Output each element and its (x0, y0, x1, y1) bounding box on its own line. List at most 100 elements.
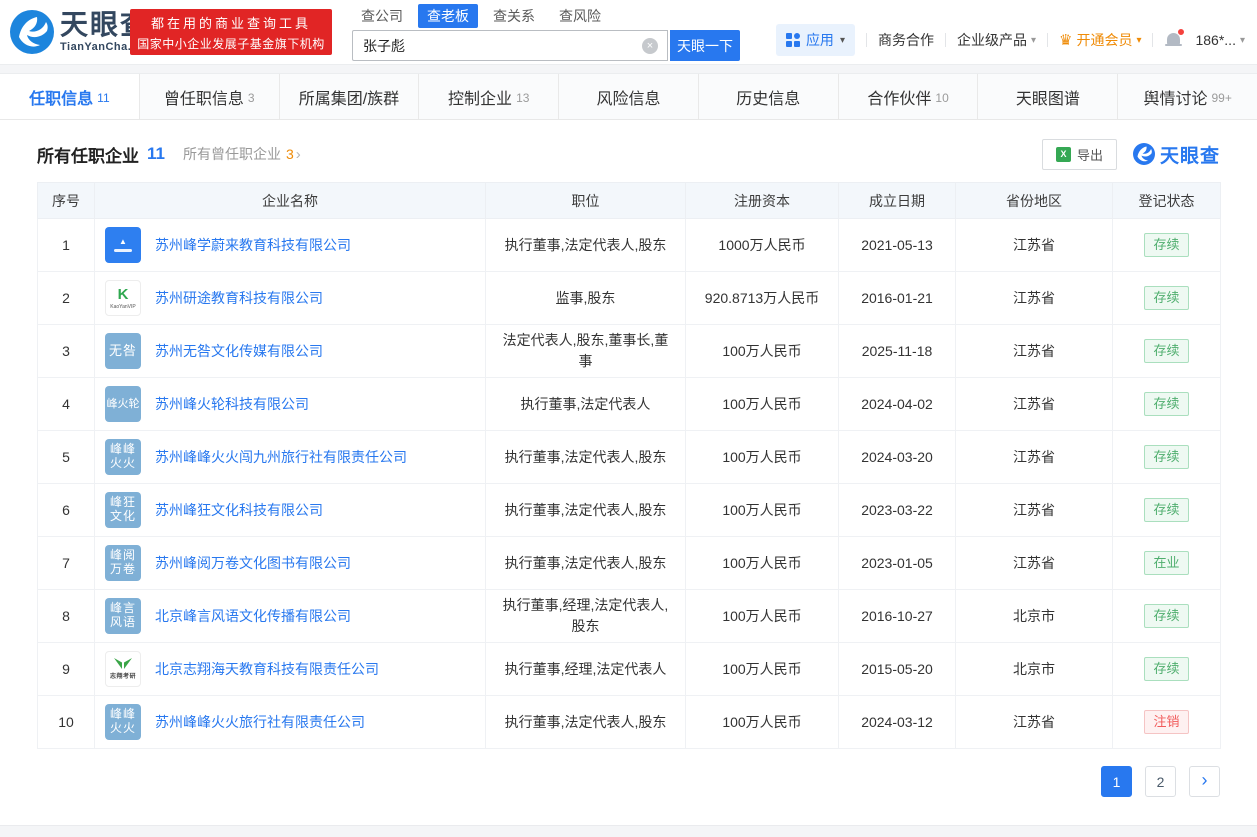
search-input[interactable] (352, 30, 668, 61)
cell-status: 存续 (1113, 643, 1221, 696)
cell-position: 法定代表人,股东,董事长,董事 (486, 325, 686, 378)
company-table: 序号企业名称职位注册资本成立日期省份地区登记状态 1▲苏州峰学蔚来教育科技有限公… (37, 182, 1221, 749)
cell-company: 无咎苏州无咎文化传媒有限公司 (95, 325, 486, 378)
nav-item-enterprise-products[interactable]: 企业级产品 ▾ (957, 30, 1036, 50)
top-header: 天眼查 TianYanCha.com 都在用的商业查询工具 国家中小企业发展子基… (0, 0, 1257, 64)
company-link[interactable]: 苏州峰阅万卷文化图书有限公司 (155, 553, 351, 573)
cell-position: 执行董事,法定代表人,股东 (486, 219, 686, 272)
export-label: 导出 (1077, 145, 1103, 164)
export-button[interactable]: X 导出 (1042, 139, 1117, 170)
tab[interactable]: 控制企业13 (419, 74, 559, 119)
company-logo: 峰峰火火 (105, 704, 141, 740)
promo-line2: 国家中小企业发展子基金旗下机构 (137, 35, 325, 52)
clear-input-icon[interactable]: × (642, 38, 658, 54)
table-row: 1▲苏州峰学蔚来教育科技有限公司执行董事,法定代表人,股东1000万人民币202… (38, 219, 1221, 272)
search-button[interactable]: 天眼一下 (670, 30, 740, 61)
position-text: 执行董事,法定代表人,股东 (486, 500, 685, 521)
page-button[interactable]: 1 (1101, 766, 1132, 797)
apps-menu-button[interactable]: 应用 ▾ (776, 24, 855, 56)
status-badge: 存续 (1144, 233, 1188, 257)
search-tab-row: 查公司查老板查关系查风险 (352, 4, 740, 28)
tab-label: 风险信息 (597, 85, 661, 109)
promo-line1: 都在用的商业查询工具 (151, 13, 311, 32)
table-row: 10峰峰火火苏州峰峰火火旅行社有限责任公司执行董事,法定代表人,股东100万人民… (38, 696, 1221, 749)
company-link[interactable]: 北京峰言风语文化传播有限公司 (155, 606, 351, 626)
chevron-down-icon: ▾ (1240, 35, 1245, 46)
next-page-button[interactable]: › (1189, 766, 1220, 797)
tab[interactable]: 风险信息 (559, 74, 699, 119)
company-link[interactable]: 苏州峰狂文化科技有限公司 (155, 500, 323, 520)
company-link[interactable]: 苏州研途教育科技有限公司 (155, 288, 323, 308)
cell-position: 执行董事,经理,法定代表人 (486, 643, 686, 696)
cell-capital: 100万人民币 (686, 643, 839, 696)
crown-icon: ♛ (1059, 31, 1072, 49)
page-button[interactable]: 2 (1145, 766, 1176, 797)
cell-region: 江苏省 (956, 484, 1113, 537)
chevron-down-icon: ▾ (1031, 35, 1036, 46)
account-phone: 186*... (1195, 32, 1235, 48)
search-area: 查公司查老板查关系查风险 × 天眼一下 (352, 4, 740, 61)
search-tab[interactable]: 查风险 (550, 4, 610, 28)
account-phone-menu[interactable]: 186*... ▾ (1195, 32, 1245, 48)
company-cell: 峰狂文化苏州峰狂文化科技有限公司 (95, 492, 485, 528)
cell-status: 存续 (1113, 272, 1221, 325)
column-header: 序号 (38, 183, 95, 219)
cell-status: 在业 (1113, 537, 1221, 590)
column-header: 职位 (486, 183, 686, 219)
tab[interactable]: 曾任职信息3 (140, 74, 280, 119)
cell-date: 2021-05-13 (839, 219, 956, 272)
company-link[interactable]: 苏州峰峰火火旅行社有限责任公司 (155, 712, 365, 732)
company-link[interactable]: 苏州峰学蔚来教育科技有限公司 (155, 235, 351, 255)
cell-company: 峰峰火火苏州峰峰火火闯九州旅行社有限责任公司 (95, 431, 486, 484)
company-link[interactable]: 苏州无咎文化传媒有限公司 (155, 341, 323, 361)
cell-capital: 100万人民币 (686, 325, 839, 378)
company-link[interactable]: 北京志翔海天教育科技有限责任公司 (155, 659, 379, 679)
search-tab[interactable]: 查老板 (418, 4, 478, 28)
tab-label: 舆情讨论 (1143, 85, 1207, 109)
cell-index: 1 (38, 219, 95, 272)
tab[interactable]: 历史信息 (699, 74, 839, 119)
search-tab[interactable]: 查关系 (484, 4, 544, 28)
vip-upgrade-button[interactable]: ♛ 开通会员 ▾ (1059, 30, 1141, 50)
search-tab[interactable]: 查公司 (352, 4, 412, 28)
cell-date: 2024-03-12 (839, 696, 956, 749)
divider (1047, 33, 1048, 47)
logo-text: 峰峰 (110, 443, 136, 457)
cell-company: 峰火轮苏州峰火轮科技有限公司 (95, 378, 486, 431)
cell-region: 江苏省 (956, 431, 1113, 484)
nav-item-business-cooperation[interactable]: 商务合作 (878, 30, 934, 50)
cell-index: 10 (38, 696, 95, 749)
tab[interactable]: 所属集团/族群 (280, 74, 420, 119)
company-logo: 峰峰火火 (105, 439, 141, 475)
tab[interactable]: 合作伙伴10 (839, 74, 979, 119)
cell-company: 志翔考研 北京志翔海天教育科技有限责任公司 (95, 643, 486, 696)
former-positions-link[interactable]: 所有曾任职企业 3 › (183, 144, 301, 164)
position-text: 执行董事,法定代表人 (486, 394, 685, 415)
tab[interactable]: 任职信息11 (0, 74, 140, 119)
cell-capital: 100万人民币 (686, 696, 839, 749)
main-tabbar: 任职信息11曾任职信息3 所属集团/族群控制企业13 风险信息 历史信息合作伙伴10天… (0, 74, 1257, 120)
cell-region: 北京市 (956, 643, 1113, 696)
cell-index: 8 (38, 590, 95, 643)
logo-caption: 志翔考研 (110, 671, 136, 680)
cell-region: 江苏省 (956, 537, 1113, 590)
tab[interactable]: 舆情讨论99+ (1118, 74, 1257, 119)
tab-label: 所属集团/族群 (299, 85, 399, 109)
company-logo: 峰言风语 (105, 598, 141, 634)
cell-status: 存续 (1113, 431, 1221, 484)
cell-date: 2023-01-05 (839, 537, 956, 590)
table-row: 2KKaoYanVIP苏州研途教育科技有限公司监事,股东920.8713万人民币… (38, 272, 1221, 325)
pagination: 12 › (37, 766, 1220, 797)
company-link[interactable]: 苏州峰火轮科技有限公司 (155, 394, 309, 414)
company-link[interactable]: 苏州峰峰火火闯九州旅行社有限责任公司 (155, 447, 407, 467)
tab-count: 11 (97, 91, 109, 105)
tianyancha-watermark: 天眼查 (1133, 141, 1220, 168)
position-text: 法定代表人,股东,董事长,董事 (486, 330, 685, 372)
notification-bell-icon[interactable] (1164, 30, 1184, 50)
position-text: 监事,股东 (486, 288, 685, 309)
column-header: 注册资本 (686, 183, 839, 219)
tab[interactable]: 天眼图谱 (978, 74, 1118, 119)
cell-capital: 920.8713万人民币 (686, 272, 839, 325)
chevron-right-icon: › (296, 146, 301, 163)
logo-text: 风语 (110, 616, 136, 630)
